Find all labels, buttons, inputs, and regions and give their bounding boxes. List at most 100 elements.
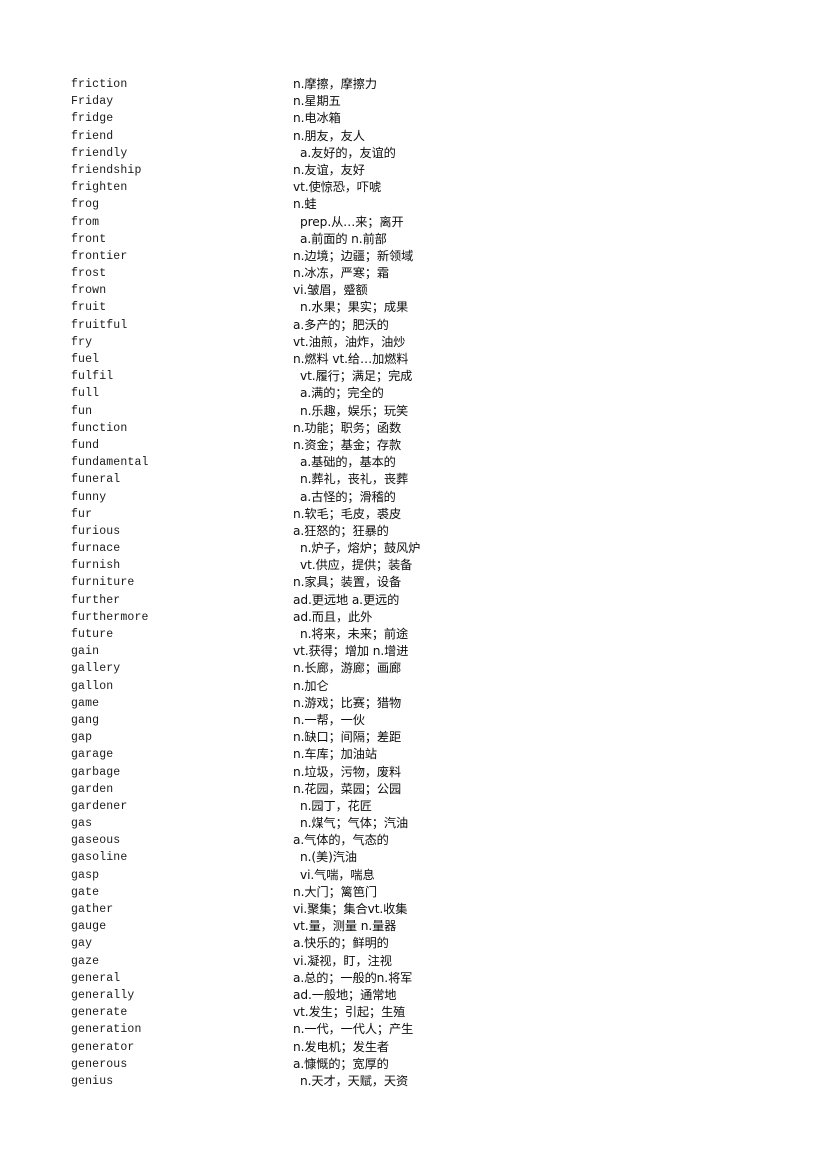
vocabulary-entry-row: fur n.软毛；毛皮，裘皮 [71,506,751,523]
entry-definition: prep.从…来；离开 [300,214,404,229]
entry-term: fry [71,335,93,349]
entry-term: gas [71,817,93,831]
vocabulary-entry-row: gate n.大门；篱笆门 [71,884,751,901]
entry-definition: n.水果；果实；成果 [300,300,409,315]
entry-term: frog [71,198,100,212]
entry-definition: n.发电机；发生者 [293,1039,390,1054]
entry-term: fruit [71,301,107,315]
vocabulary-entry-row: generate vt.发生；引起；生殖 [71,1004,751,1021]
entry-definition: n.冰冻，严寒；霜 [293,266,390,281]
vocabulary-entry-row: frog n.蛙 [71,196,751,213]
entry-term: friendship [71,163,142,177]
entry-definition: vt.履行；满足；完成 [300,369,413,384]
vocabulary-entry-row: game n.游戏；比赛；猎物 [71,695,751,712]
entry-term: fur [71,507,93,521]
entry-definition: n.园丁，花匠 [300,798,372,813]
vocabulary-entry-row: furnace n.炉子，熔炉；鼓风炉 [71,540,751,557]
entry-definition: n.加仑 [293,678,329,693]
entry-definition: a.基础的，基本的 [300,455,396,470]
entry-definition: n.边境；边疆；新领域 [293,248,414,263]
vocabulary-entry-list: friction n.摩擦，摩擦力 Friday n.星期五 fridge n.电冰箱 fr… [71,76,751,1090]
entry-term: fruitful [71,318,128,332]
vocabulary-entry-row: gang n.一帮，一伙 [71,712,751,729]
entry-term: Friday [71,95,114,109]
vocabulary-entry-row: fruitful a.多产的；肥沃的 [71,317,751,334]
entry-term: generator [71,1040,135,1054]
entry-definition: n.一代，一代人；产生 [293,1022,414,1037]
entry-term: fridge [71,112,114,126]
vocabulary-entry-row: gay a.快乐的；鲜明的 [71,935,751,952]
entry-definition: n.炉子，熔炉；鼓风炉 [300,541,421,556]
entry-definition: n.一帮，一伙 [293,712,365,727]
entry-definition: vt.发生；引起；生殖 [293,1005,406,1020]
entry-definition: n.友谊，友好 [293,162,365,177]
vocabulary-entry-row: gas n.煤气；气体；汽油 [71,815,751,832]
entry-term: future [71,628,114,641]
vocabulary-entry-row: furniture n.家具；装置，设备 [71,574,751,591]
entry-definition: vt.获得；增加 n.增进 [293,644,409,659]
entry-term: gay [71,937,93,951]
entry-definition: a.多产的；肥沃的 [293,317,389,332]
entry-term: fuel [71,353,100,366]
entry-term: furthermore [71,610,149,624]
entry-term: full [71,387,100,401]
entry-definition: a.慷慨的；宽厚的 [293,1056,389,1071]
vocabulary-entry-row: generous a.慷慨的；宽厚的 [71,1056,751,1073]
entry-definition: n.大门；篱笆门 [293,884,377,899]
entry-definition: a.古怪的；滑稽的 [300,489,396,504]
entry-definition: n.花园，菜园；公园 [293,781,402,796]
vocabulary-entry-row: further ad.更远地 a.更远的 [71,592,751,609]
entry-term: gang [71,713,100,727]
entry-definition: n.电冰箱 [293,111,341,126]
entry-term: generation [71,1023,142,1037]
entry-definition: n.朋友，友人 [293,128,365,143]
vocabulary-entry-row: Friday n.星期五 [71,93,751,110]
entry-term: fulfil [71,370,114,384]
entry-definition: a.友好的，友谊的 [300,145,396,160]
vocabulary-entry-row: friendship n.友谊，友好 [71,162,751,179]
entry-term: gap [71,731,93,745]
vocabulary-entry-row: friendly a.友好的，友谊的 [71,145,751,162]
entry-definition: n.家具；装置，设备 [293,575,402,590]
entry-definition: n.煤气；气体；汽油 [300,816,409,831]
entry-term: fundamental [71,456,149,470]
entry-definition: vi.聚集；集合vt.收集 [293,902,408,916]
entry-term: frontier [71,249,128,263]
entry-term: gaseous [71,834,121,848]
vocabulary-entry-row: gaze vi.凝视，盯，注视 [71,953,751,970]
entry-definition: vt.使惊恐，吓唬 [293,180,382,195]
entry-term: from [71,215,100,229]
entry-definition: vi.凝视，盯，注视 [293,953,392,968]
vocabulary-entry-row: gardener n.园丁，花匠 [71,798,751,815]
entry-definition: vt.量，测量 n.量器 [293,919,397,934]
entry-definition: a.快乐的；鲜明的 [293,936,389,951]
vocabulary-entry-row: fuel n.燃料 vt.给…加燃料 [71,351,751,368]
vocabulary-entry-row: genius n.天才，天赋，天资 [71,1073,751,1090]
entry-term: genius [71,1074,114,1088]
entry-definition: ad.更远地 a.更远的 [293,592,400,607]
entry-term: generate [71,1006,128,1020]
vocabulary-entry-row: generation n.一代，一代人；产生 [71,1021,751,1038]
vocabulary-entry-row: gallery n.长廊，游廊；画廊 [71,660,751,677]
vocabulary-entry-row: gauge vt.量，测量 n.量器 [71,918,751,935]
vocabulary-entry-row: from prep.从…来；离开 [71,214,751,231]
entry-term: gasoline [71,851,128,865]
vocabulary-entry-row: gather vi.聚集；集合vt.收集 [71,901,751,918]
entry-definition: a.气体的，气态的 [293,833,389,848]
entry-definition: ad.一般地；通常地 [293,987,397,1002]
entry-definition: vt.供应，提供；装备 [300,558,413,573]
entry-definition: a.狂怒的；狂暴的 [293,523,389,538]
entry-definition: vt.油煎，油炸，油炒 [293,334,406,349]
vocabulary-entry-row: gaseous a.气体的，气态的 [71,832,751,849]
entry-term: gaze [71,954,100,968]
entry-definition: n.游戏；比赛；猎物 [293,695,402,710]
vocabulary-entry-row: garbage n.垃圾，污物，废料 [71,764,751,781]
vocabulary-entry-row: frost n.冰冻，严寒；霜 [71,265,751,282]
entry-term: frighten [71,181,128,195]
entry-term: gasp [71,868,100,882]
vocabulary-entry-row: gasp vi.气喘，喘息 [71,867,751,884]
vocabulary-entry-row: frontier n.边境；边疆；新领域 [71,248,751,265]
entry-term: function [71,421,128,435]
entry-definition: n.星期五 [293,94,341,109]
entry-definition: n.摩擦，摩擦力 [293,77,377,91]
